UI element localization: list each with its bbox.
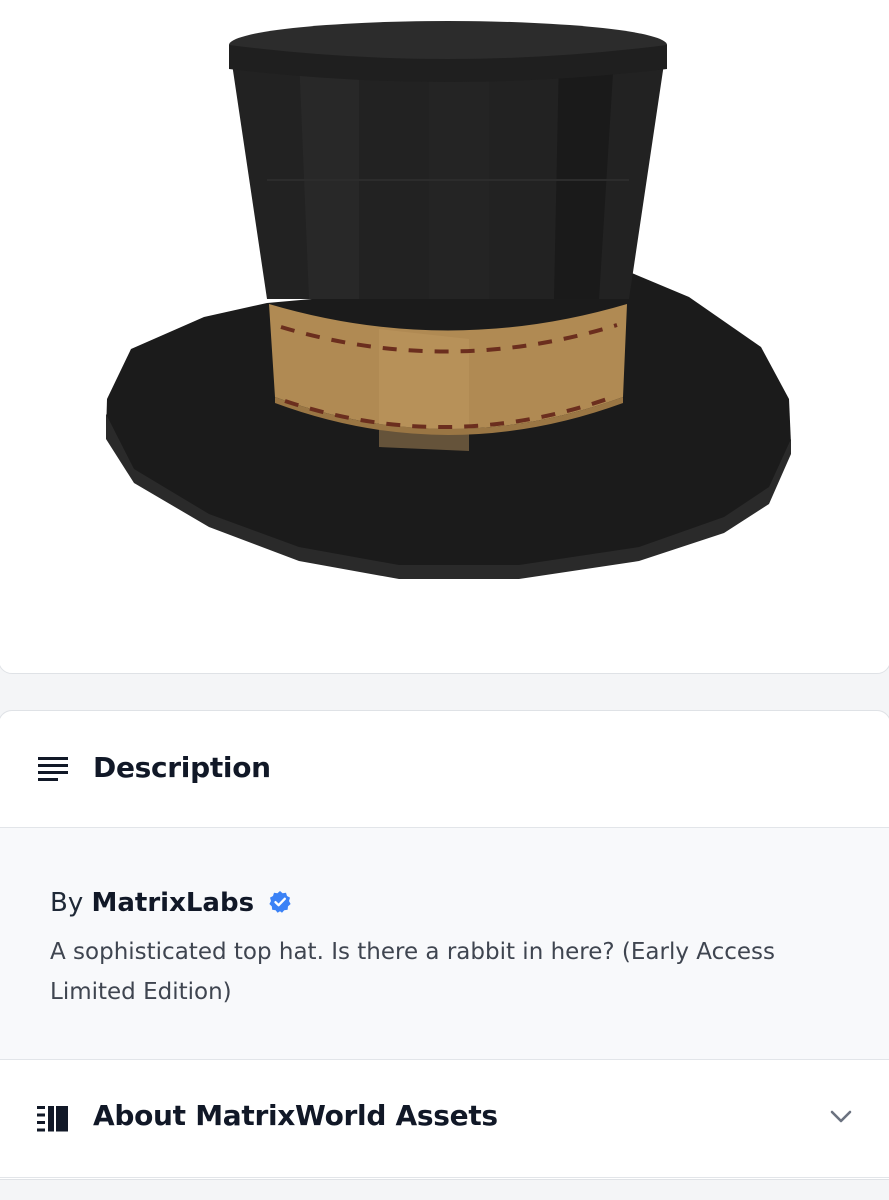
creator-link[interactable]: MatrixLabs — [92, 888, 255, 918]
lines-icon — [38, 757, 68, 781]
description-text: A sophisticated top hat. Is there a rabb… — [50, 939, 776, 1005]
top-hat-image — [106, 21, 791, 579]
description-header: Description — [0, 711, 889, 828]
description-heading: Description — [93, 751, 271, 784]
by-prefix: By — [50, 888, 84, 918]
chevron-down-icon[interactable] — [829, 1109, 853, 1125]
description-body: By MatrixLabs A sophisticated top hat. I… — [0, 828, 889, 1060]
about-heading: About MatrixWorld Assets — [93, 1099, 498, 1132]
catalog-icon — [37, 1106, 68, 1132]
product-image-card — [0, 0, 889, 674]
verified-badge-icon — [269, 891, 291, 913]
about-accordion[interactable]: About MatrixWorld Assets — [0, 1061, 889, 1178]
item-info-card: Description By MatrixLabs A sophisticate… — [0, 710, 889, 1180]
creator-line: By MatrixLabs — [50, 888, 292, 918]
